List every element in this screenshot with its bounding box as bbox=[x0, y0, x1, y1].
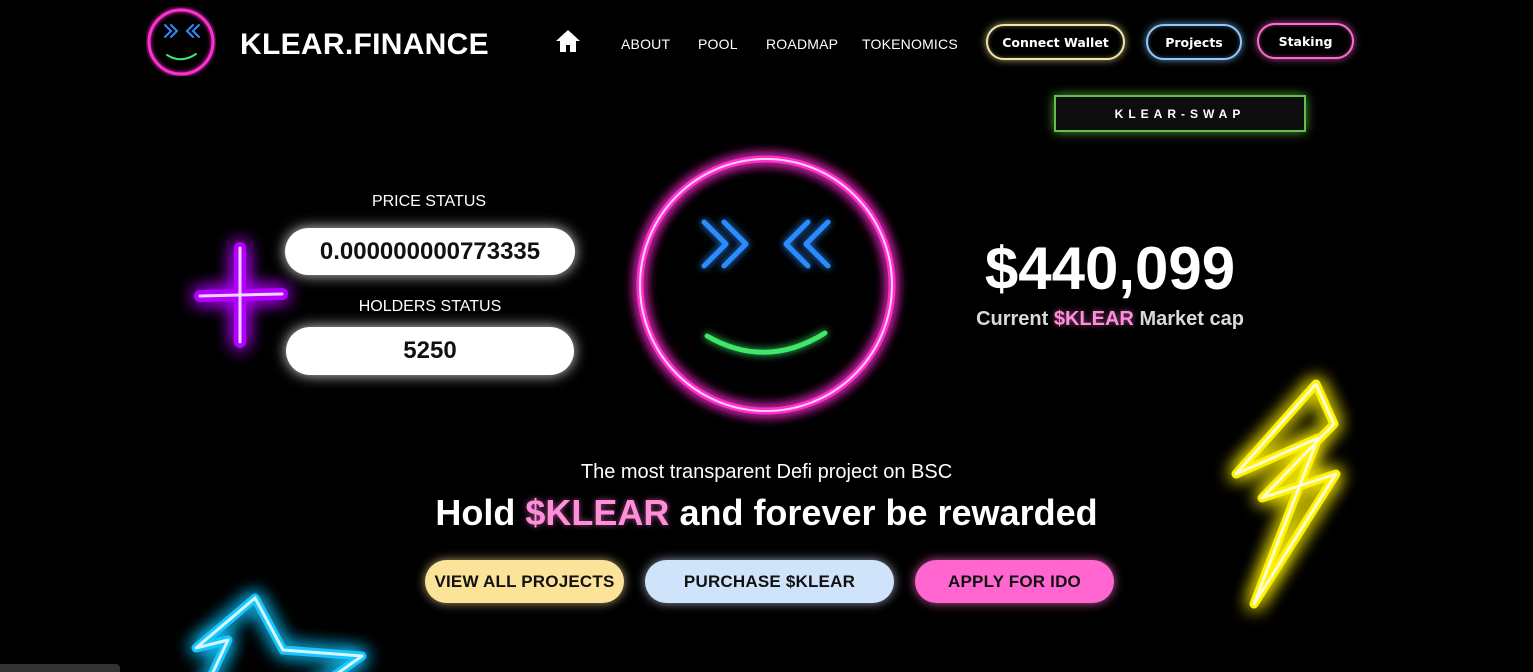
klear-swap-button[interactable]: KLEAR-SWAP bbox=[1054, 95, 1306, 132]
hero-tagline: The most transparent Defi project on BSC bbox=[580, 461, 953, 483]
home-icon[interactable] bbox=[555, 28, 581, 54]
neon-star-icon bbox=[191, 593, 367, 672]
market-cap-label-prefix: Current bbox=[976, 308, 1049, 330]
price-status-value: 0.000000000773335 bbox=[285, 228, 575, 275]
brand-name[interactable]: KLEAR.FINANCE bbox=[240, 28, 489, 62]
projects-button[interactable]: Projects bbox=[1146, 24, 1242, 60]
logo-smiley-icon[interactable] bbox=[146, 6, 216, 76]
apply-for-ido-button[interactable]: APPLY FOR IDO bbox=[915, 560, 1114, 603]
market-cap-token: $KLEAR bbox=[1053, 308, 1134, 330]
holders-status-value: 5250 bbox=[286, 327, 574, 375]
holders-status-label: HOLDERS STATUS bbox=[358, 298, 502, 315]
market-cap-label-suffix: Market cap bbox=[1139, 308, 1244, 330]
price-status-label: PRICE STATUS bbox=[371, 193, 487, 210]
market-cap-label: Current $KLEAR Market cap bbox=[940, 308, 1280, 331]
nav-tokenomics-link[interactable]: TOKENOMICS bbox=[862, 36, 958, 52]
staking-button[interactable]: Staking bbox=[1257, 23, 1354, 59]
view-all-projects-button[interactable]: VIEW ALL PROJECTS bbox=[425, 560, 624, 603]
purchase-klear-button[interactable]: PURCHASE $KLEAR bbox=[645, 560, 894, 603]
market-cap-value: $440,099 bbox=[984, 235, 1236, 302]
scrollbar-stub bbox=[0, 664, 120, 672]
headline-token: $KLEAR bbox=[525, 492, 670, 533]
connect-wallet-button[interactable]: Connect Wallet bbox=[986, 24, 1125, 60]
nav-roadmap-link[interactable]: ROADMAP bbox=[766, 36, 838, 52]
nav-pool-link[interactable]: POOL bbox=[698, 36, 738, 52]
big-smiley-icon bbox=[636, 155, 896, 415]
nav-about-link[interactable]: ABOUT bbox=[621, 36, 670, 52]
hero-headline: Hold $KLEAR and forever be rewarded bbox=[0, 492, 1533, 534]
headline-suffix: and forever be rewarded bbox=[679, 492, 1098, 533]
headline-prefix: Hold bbox=[435, 492, 516, 533]
